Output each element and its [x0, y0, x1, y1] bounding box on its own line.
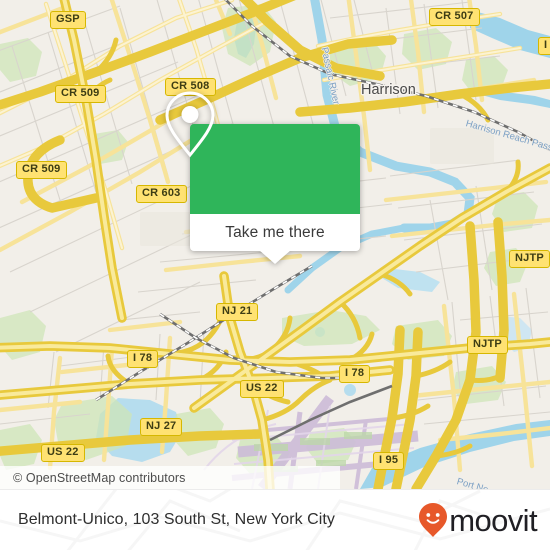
road-shield: CR 509	[16, 161, 67, 179]
road-shield: US 22	[240, 380, 284, 398]
popup-action-area[interactable]: Take me there	[190, 214, 360, 264]
moovit-wordmark: moovit	[449, 502, 537, 538]
footer-bar: Belmont-Unico, 103 South St, New York Ci…	[0, 489, 550, 550]
road-shield: GSP	[50, 11, 86, 29]
road-shield: I 78	[339, 365, 371, 383]
moovit-logo: moovit	[418, 502, 538, 538]
place-label: Harrison	[361, 82, 416, 98]
road-shield: I	[538, 37, 550, 55]
popup-tail	[259, 250, 291, 264]
map-screenshot: GSP CR 509 CR 509 CR 508 CR 603 CR 507 I NJTP NJ…	[0, 0, 550, 550]
popup-pin-area	[165, 91, 360, 214]
road-shield: CR 507	[429, 8, 480, 26]
attribution-text: © OpenStreetMap contributors	[13, 470, 186, 485]
moovit-smiley-pin-icon	[419, 503, 448, 537]
road-shield: I 95	[373, 452, 405, 470]
road-shield: NJTP	[509, 250, 550, 268]
road-shield: NJTP	[467, 336, 508, 354]
road-shield: NJ 21	[216, 303, 259, 321]
location-title: Belmont-Unico, 103 South St, New York Ci…	[18, 511, 335, 528]
road-shield: US 22	[41, 444, 85, 462]
road-shield: CR 509	[55, 85, 106, 103]
map-canvas[interactable]: GSP CR 509 CR 509 CR 508 CR 603 CR 507 I NJTP NJ…	[0, 0, 550, 489]
road-shield: CR 603	[136, 185, 187, 203]
road-shield: I 78	[127, 350, 159, 368]
footer-content: Belmont-Unico, 103 South St, New York Ci…	[0, 490, 550, 550]
map-pin-icon	[165, 91, 215, 158]
location-popup-card[interactable]: Take me there	[165, 91, 360, 264]
road-shield: NJ 27	[140, 418, 183, 436]
map-attribution: © OpenStreetMap contributors	[0, 466, 340, 489]
take-me-there-label: Take me there	[225, 223, 325, 241]
